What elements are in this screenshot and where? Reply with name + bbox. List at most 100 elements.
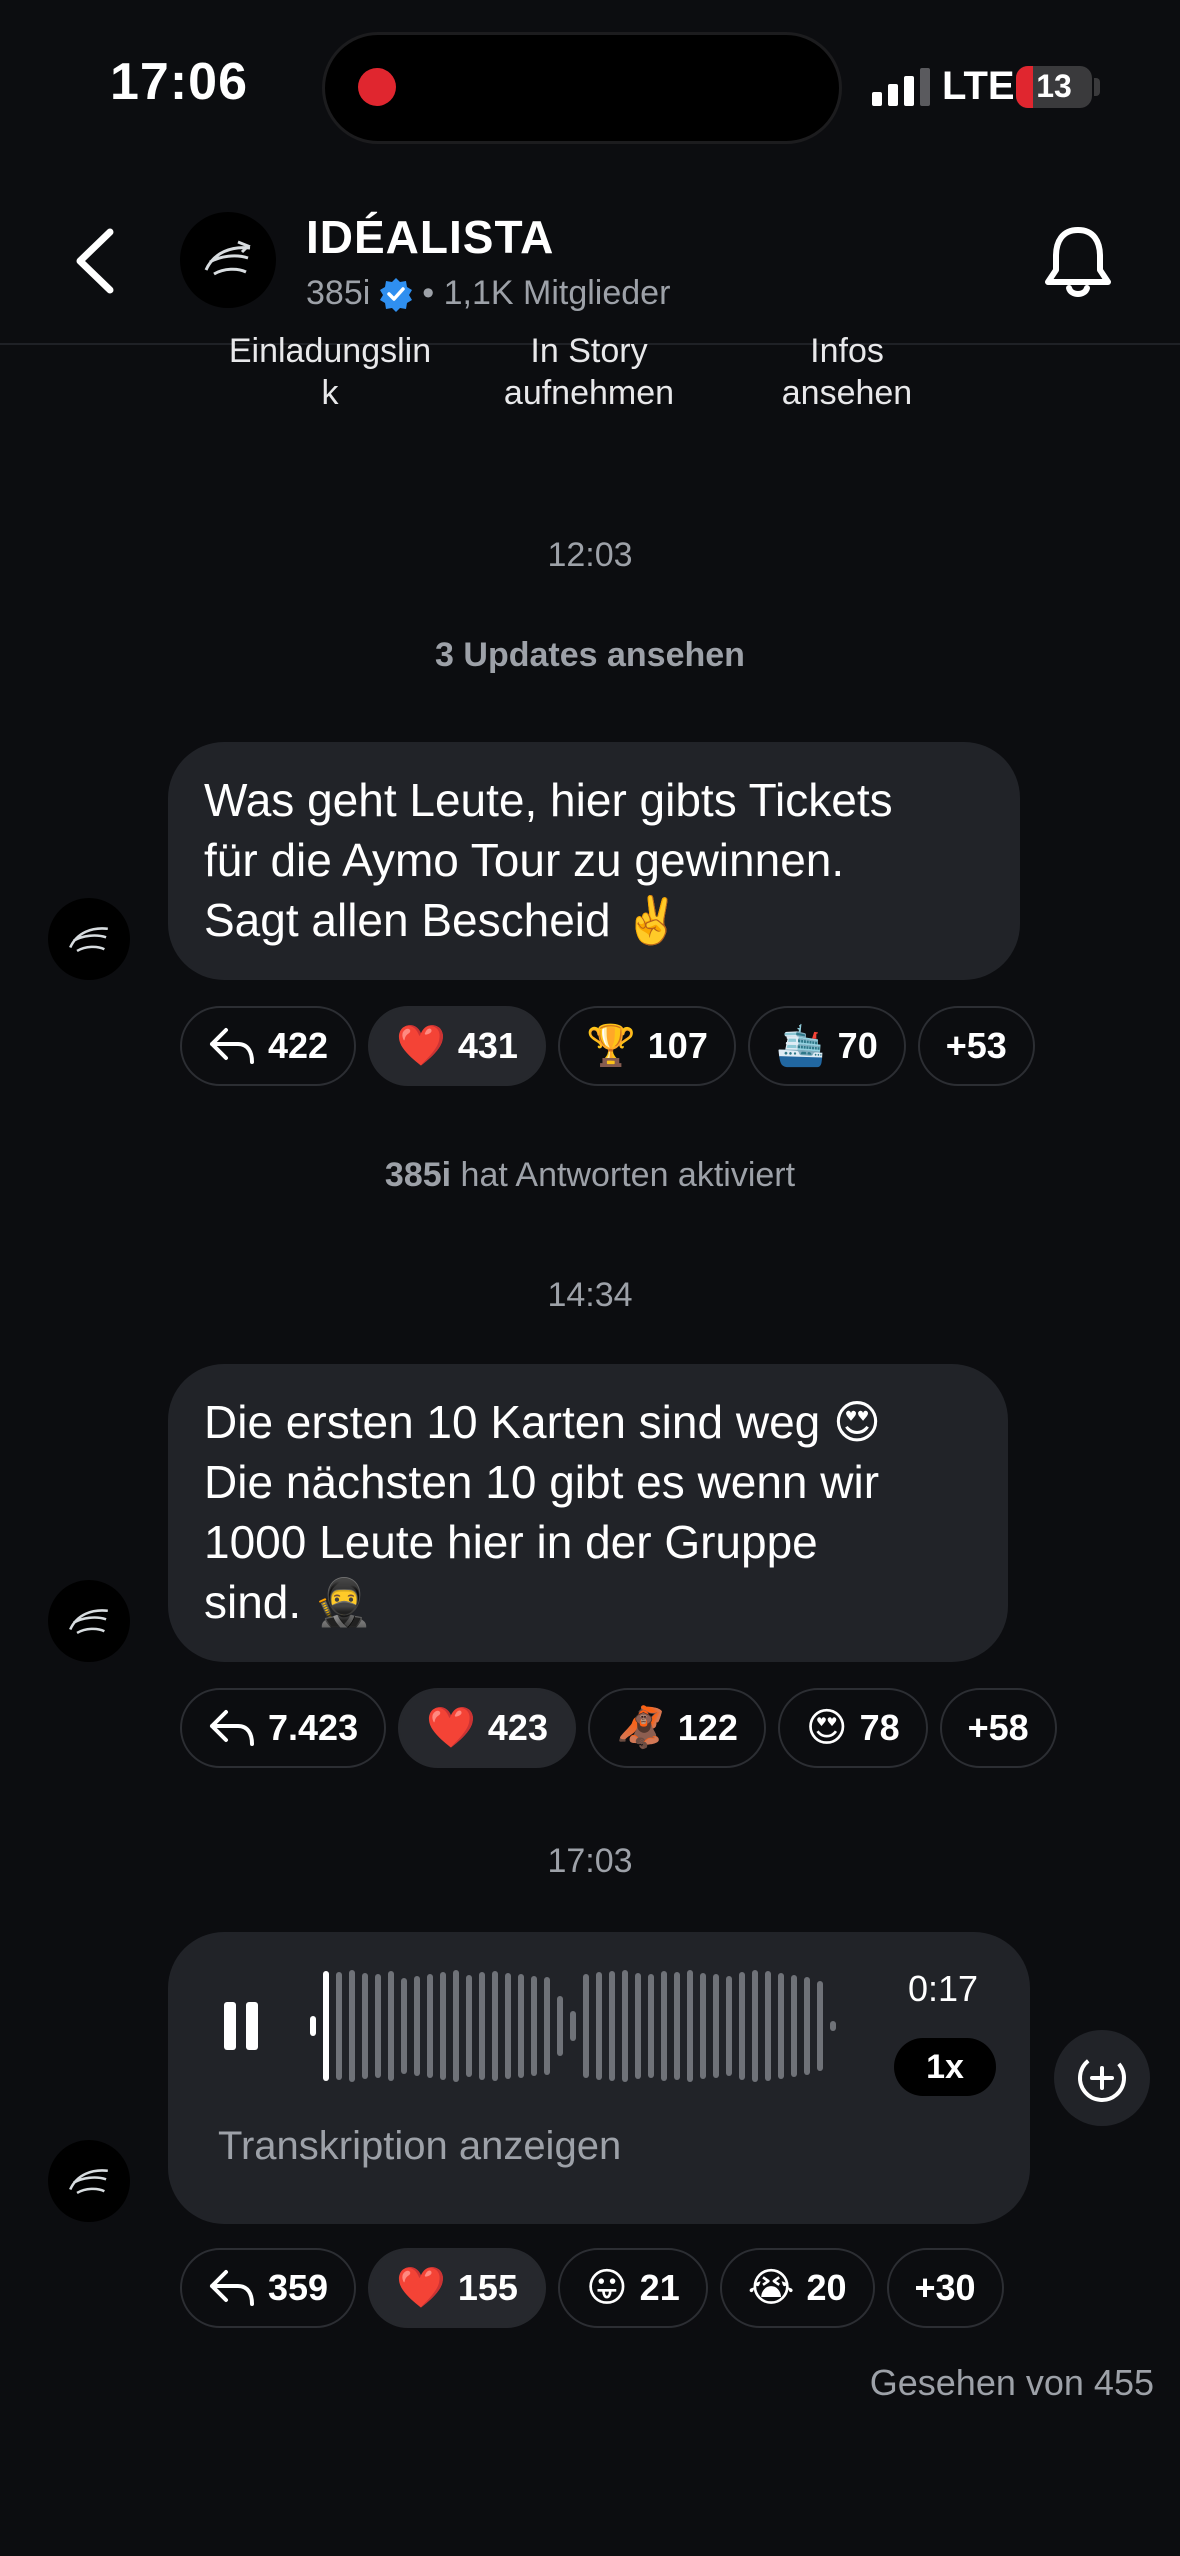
more-count: +53	[945, 1025, 1007, 1066]
replies-chip[interactable]: 359	[180, 2248, 357, 2328]
waveform-bar	[752, 1970, 758, 2082]
logo-icon	[69, 2169, 108, 2195]
more-reactions-chip[interactable]: +30	[886, 2248, 1004, 2328]
channel-owner: 385i	[306, 274, 371, 312]
bell-icon[interactable]	[1040, 222, 1116, 302]
waveform-bar	[570, 2011, 576, 2041]
message-bubble[interactable]: Was geht Leute, hier gibts Tickets für d…	[168, 742, 1020, 980]
reaction-bar: 7.423 ❤️ 423 🦧 122 😍 78 +58	[180, 1688, 1057, 1768]
logo-icon	[69, 1609, 108, 1635]
waveform-bar	[557, 1996, 563, 2056]
dynamic-island	[322, 32, 842, 144]
channel-avatar[interactable]	[180, 212, 276, 308]
waveform-bar	[466, 1975, 472, 2077]
message-bubble[interactable]: Die ersten 10 Karten sind weg 😍 Die näch…	[168, 1364, 1008, 1662]
waveform-bar	[674, 1972, 680, 2080]
battery-icon: 13	[1016, 66, 1092, 108]
waveform-bar	[622, 1970, 628, 2082]
more-count: +58	[967, 1707, 1029, 1748]
reaction-count: 423	[487, 1707, 548, 1748]
waveform-bar	[596, 1972, 602, 2080]
updates-link[interactable]: 3 Updates ansehen	[0, 636, 1180, 675]
reaction-chip[interactable]: 🏆 107	[557, 1006, 736, 1086]
replies-chip[interactable]: 422	[180, 1006, 357, 1086]
channel-title[interactable]: IDÉALISTA	[306, 210, 554, 264]
waveform-bar	[700, 1973, 706, 2079]
reaction-count: 78	[859, 1707, 900, 1748]
reaction-chip[interactable]: ❤️ 155	[368, 2248, 546, 2328]
more-count: +30	[914, 2267, 976, 2308]
waveform-bar	[544, 1977, 550, 2075]
waveform-bar	[310, 2016, 316, 2036]
date-separator: 14:34	[547, 1276, 633, 1314]
waveform-bar	[648, 1974, 654, 2078]
waveform-bar	[609, 1971, 615, 2081]
network-type: LTE	[942, 64, 1015, 108]
logo-icon	[204, 240, 251, 276]
status-time: 17:06	[110, 53, 248, 111]
add-to-story-action[interactable]: In Story aufnehmen	[464, 330, 714, 414]
waveform-bar	[687, 1970, 693, 2082]
more-reactions-chip[interactable]: +58	[939, 1688, 1057, 1768]
share-icon	[1078, 2054, 1126, 2102]
reaction-count: 107	[647, 1025, 708, 1066]
reaction-chip[interactable]: ❤️ 423	[398, 1688, 576, 1768]
waveform-bar	[830, 2021, 836, 2031]
waveform-bar	[349, 1970, 355, 2082]
show-transcription-button[interactable]: Transkription anzeigen	[218, 2124, 621, 2169]
crying-face-icon: 😭	[747, 2266, 795, 2310]
reaction-count: 21	[639, 2267, 680, 2308]
action-label: aufnehmen	[503, 374, 675, 412]
invite-link-action[interactable]: Einladungslin k	[205, 330, 455, 414]
message-text: Was geht Leute, hier gibts Tickets für d…	[204, 770, 984, 950]
back-arrow-icon[interactable]	[66, 226, 126, 296]
replies-chip[interactable]: 7.423	[180, 1688, 387, 1768]
action-label: In Story	[530, 332, 648, 370]
reaction-bar: 359 ❤️ 155 😛 21 😭 20 +30	[180, 2248, 1004, 2328]
action-label: ansehen	[781, 374, 913, 412]
reaction-chip[interactable]: 😍 78	[777, 1688, 928, 1768]
playback-speed-button[interactable]: 1x	[894, 2038, 996, 2096]
reply-icon	[210, 1710, 254, 1746]
reaction-count: 122	[677, 1707, 738, 1748]
waveform-bar	[635, 1973, 641, 2079]
reply-icon	[210, 2270, 254, 2306]
reaction-chip[interactable]: 🦧 122	[587, 1688, 766, 1768]
reaction-count: 20	[806, 2267, 847, 2308]
reply-icon	[210, 1028, 254, 1064]
reaction-chip[interactable]: 😭 20	[719, 2248, 875, 2328]
message-line: 1000 Leute hier in der Gruppe	[204, 1516, 818, 1568]
pause-bar	[246, 2002, 258, 2050]
reaction-chip[interactable]: ❤️ 431	[368, 1006, 546, 1086]
heart-icon: ❤️	[396, 1024, 446, 1068]
waveform-bar	[479, 1972, 485, 2080]
reaction-chip[interactable]: 🛳️ 70	[747, 1006, 906, 1086]
action-label: Infos	[810, 332, 884, 370]
sender-avatar[interactable]	[48, 2140, 130, 2222]
recording-indicator-icon	[358, 68, 396, 106]
reply-count: 422	[268, 1025, 329, 1066]
reaction-chip[interactable]: 😛 21	[557, 2248, 708, 2328]
sender-avatar[interactable]	[48, 1580, 130, 1662]
tongue-face-icon: 😛	[585, 2266, 628, 2310]
member-count: • 1,1K Mitglieder	[422, 274, 671, 312]
waveform-bar	[531, 1976, 537, 2076]
pause-button[interactable]	[224, 2002, 258, 2050]
reply-count: 7.423	[268, 1707, 359, 1748]
sender-avatar[interactable]	[48, 898, 130, 980]
waveform-bar	[778, 1973, 784, 2079]
waveform-bar	[739, 1972, 745, 2080]
message-line: Die ersten 10 Karten sind weg 😍	[204, 1396, 881, 1448]
waveform-bar	[713, 1974, 719, 2078]
more-reactions-chip[interactable]: +53	[917, 1006, 1035, 1086]
heart-eyes-icon: 😍	[805, 1706, 848, 1750]
date-separator: 12:03	[547, 536, 633, 574]
service-name: 385i	[384, 1156, 452, 1194]
waveform-bar	[414, 1976, 420, 2076]
seen-by-count[interactable]: Gesehen von 455	[870, 2362, 1154, 2404]
waveform[interactable]	[310, 1966, 836, 2086]
forward-button[interactable]	[1054, 2030, 1150, 2126]
view-info-action[interactable]: Infos ansehen	[722, 330, 972, 414]
waveform-bar	[375, 1974, 381, 2078]
waveform-bar	[492, 1971, 498, 2081]
